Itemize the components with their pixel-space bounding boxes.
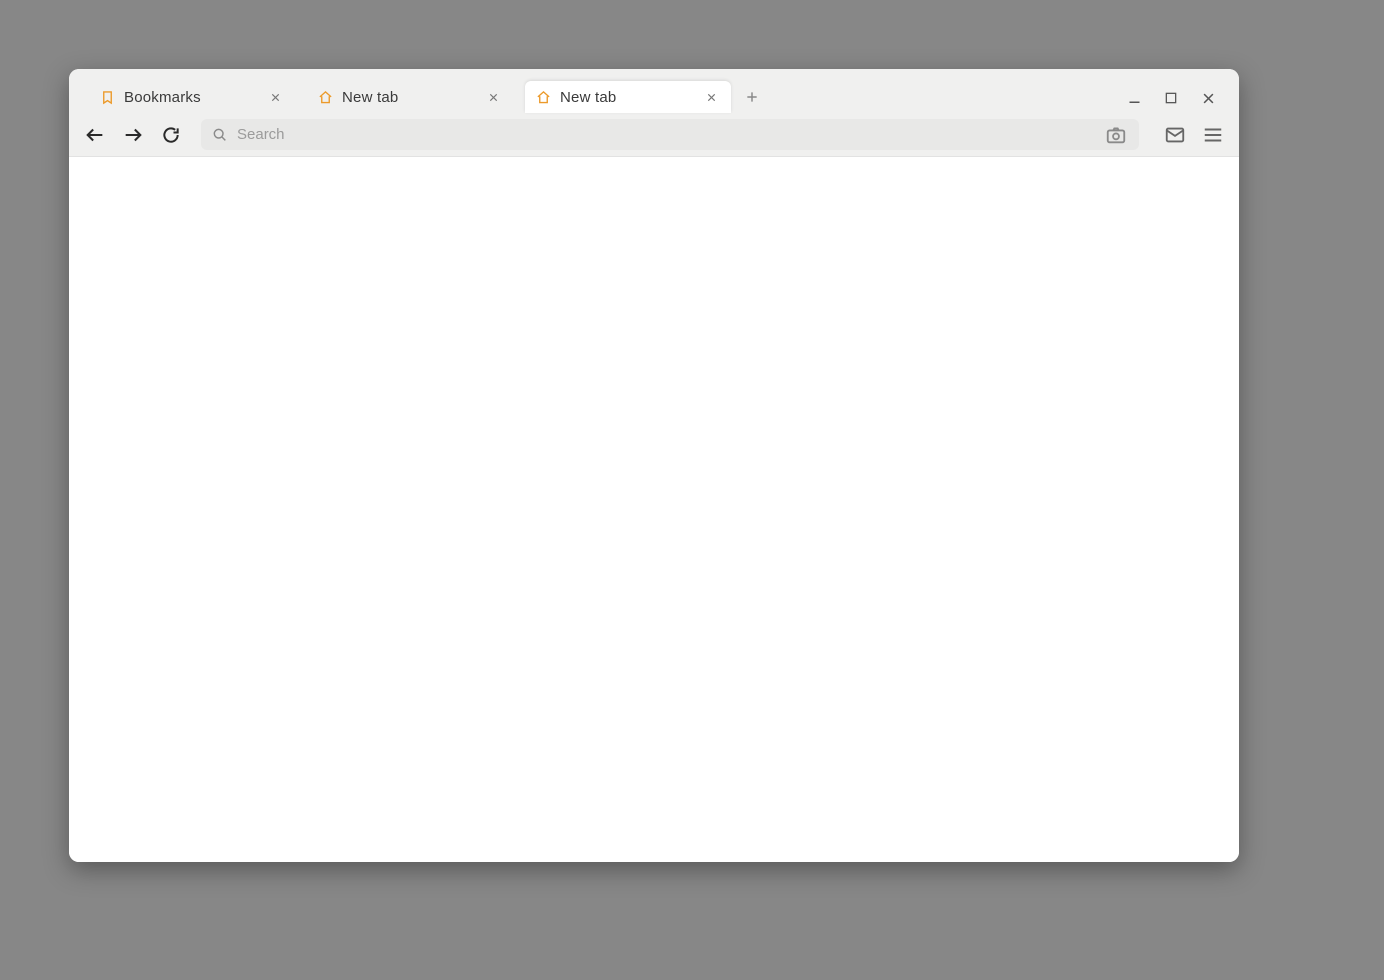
search-icon bbox=[211, 126, 229, 144]
mail-icon[interactable] bbox=[1163, 123, 1187, 147]
tab-close-button[interactable] bbox=[701, 87, 721, 107]
address-bar[interactable] bbox=[201, 119, 1139, 150]
tab-strip: Bookmarks New tab bbox=[69, 69, 1239, 113]
tab-bookmarks[interactable]: Bookmarks bbox=[89, 81, 295, 113]
tab-label: New tab bbox=[342, 89, 483, 106]
tab-new-1[interactable]: New tab bbox=[307, 81, 513, 113]
tab-label: Bookmarks bbox=[124, 89, 265, 106]
home-icon bbox=[317, 89, 333, 105]
bookmark-icon bbox=[99, 89, 115, 105]
menu-button[interactable] bbox=[1201, 123, 1225, 147]
home-icon bbox=[535, 89, 551, 105]
tab-close-button[interactable] bbox=[483, 87, 503, 107]
reload-button[interactable] bbox=[159, 123, 183, 147]
maximize-button[interactable] bbox=[1160, 87, 1182, 109]
back-button[interactable] bbox=[83, 123, 107, 147]
new-tab-button[interactable] bbox=[739, 84, 765, 110]
right-tools bbox=[1163, 123, 1225, 147]
tab-label: New tab bbox=[560, 89, 701, 106]
search-input[interactable] bbox=[235, 125, 1103, 144]
forward-button[interactable] bbox=[121, 123, 145, 147]
browser-chrome: Bookmarks New tab bbox=[69, 69, 1239, 157]
page-content bbox=[69, 157, 1239, 862]
minimize-button[interactable] bbox=[1123, 87, 1145, 109]
browser-window: Bookmarks New tab bbox=[69, 69, 1239, 862]
camera-icon[interactable] bbox=[1103, 122, 1129, 148]
toolbar bbox=[69, 113, 1239, 156]
tab-close-button[interactable] bbox=[265, 87, 285, 107]
tab-new-2[interactable]: New tab bbox=[525, 81, 731, 113]
close-window-button[interactable] bbox=[1197, 87, 1219, 109]
window-controls bbox=[1123, 87, 1229, 113]
